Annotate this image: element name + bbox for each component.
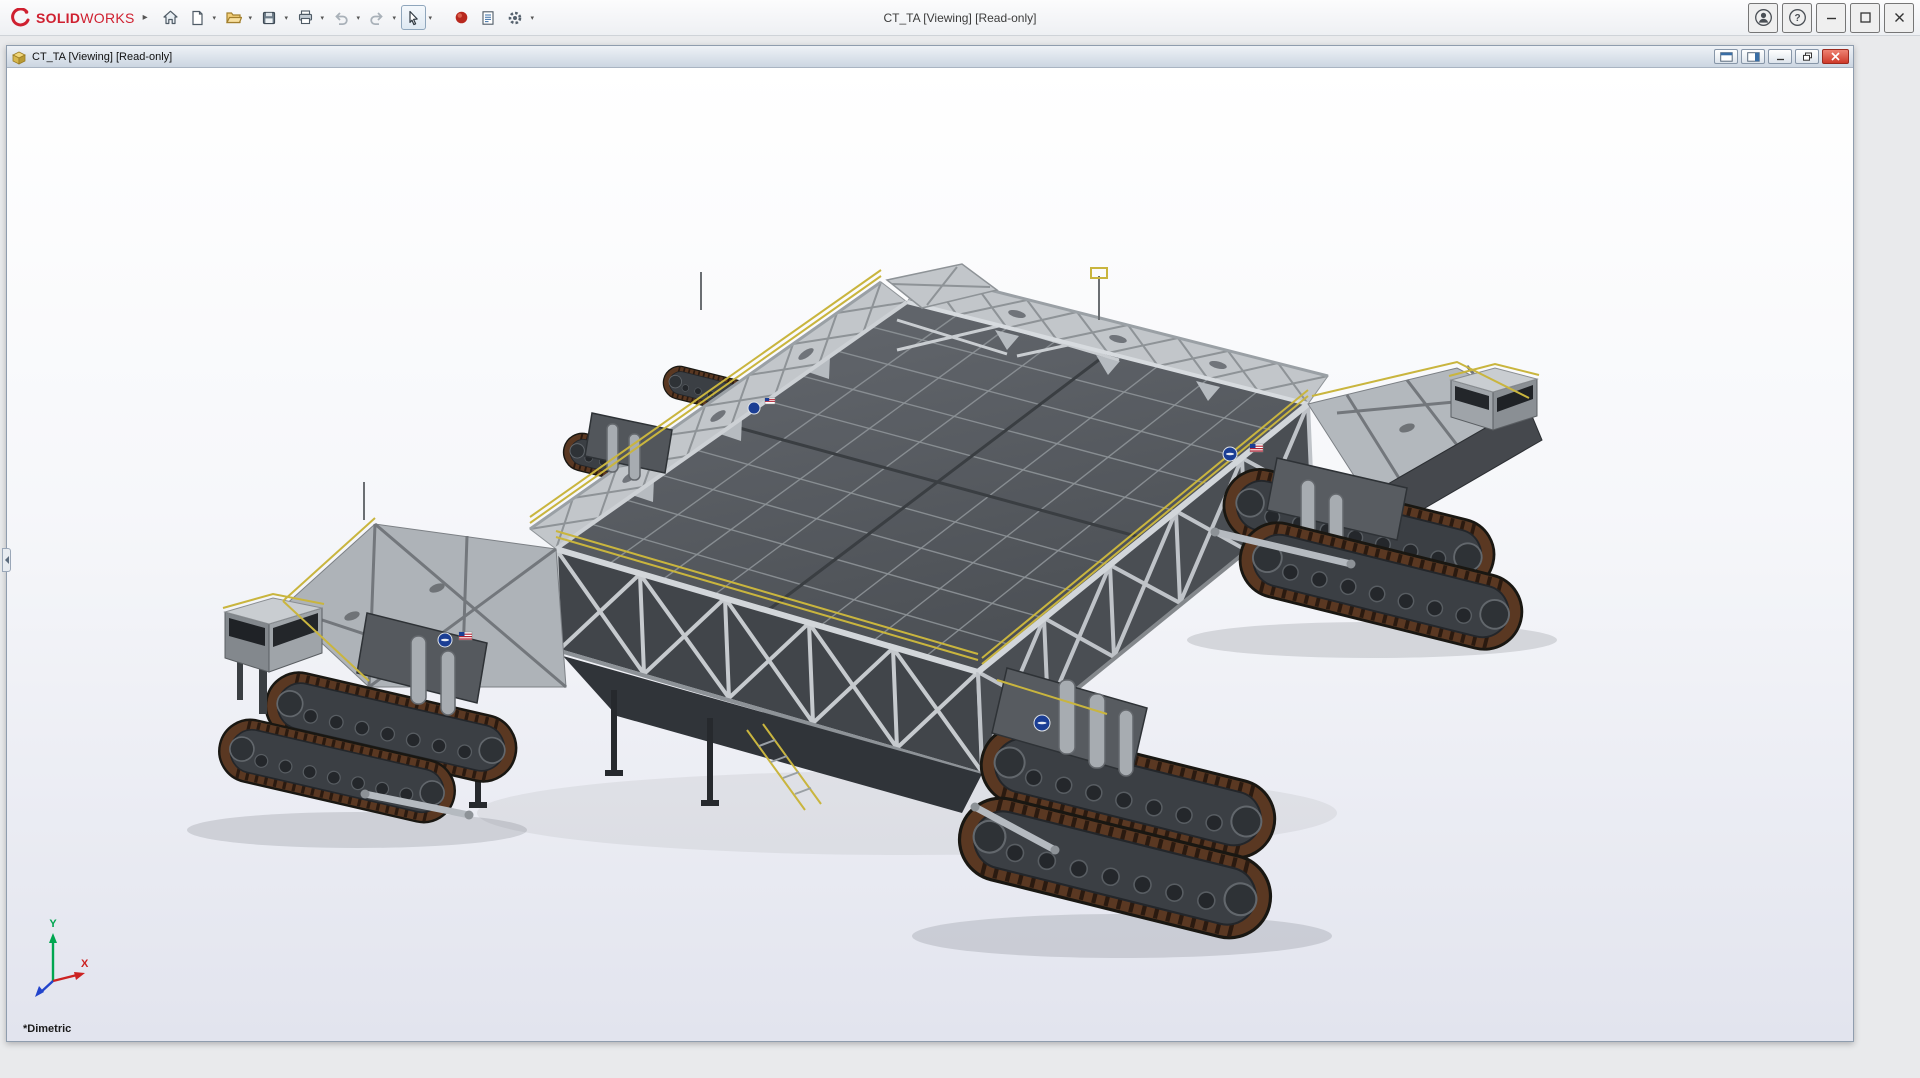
crawler-transporter-model (7, 68, 1853, 1041)
file-properties-button[interactable] (476, 5, 501, 30)
xpress-orb-icon (454, 10, 469, 25)
xpress-orb-button[interactable] (449, 5, 474, 30)
minimize-button[interactable] (1816, 3, 1846, 33)
document-window: CT_TA [Viewing] [Read-only] (6, 45, 1854, 1042)
save-button[interactable] (257, 5, 282, 30)
undo-caret[interactable]: ▾ (354, 14, 363, 22)
orientation-triad: Y X (15, 915, 99, 999)
maximize-icon (1858, 10, 1873, 25)
truck-south (951, 668, 1283, 947)
print-caret[interactable]: ▾ (318, 14, 327, 22)
options-caret[interactable]: ▾ (528, 14, 537, 22)
assembly-document-icon (11, 49, 27, 65)
new-document-button[interactable] (185, 5, 210, 30)
document-window-controls (1714, 49, 1849, 64)
solidworks-swirl-icon (10, 8, 32, 28)
redo-button[interactable] (365, 5, 390, 30)
document-minimize-icon (1775, 52, 1786, 62)
document-restore-icon (1802, 52, 1813, 62)
app-window-title: CT_TA [Viewing] [Read-only] (884, 0, 1037, 36)
account-icon (1754, 8, 1773, 27)
redo-caret[interactable]: ▾ (390, 14, 399, 22)
maximize-button[interactable] (1850, 3, 1880, 33)
print-button[interactable] (293, 5, 318, 30)
save-icon (261, 10, 277, 26)
open-button[interactable] (221, 5, 246, 30)
file-properties-icon (480, 10, 496, 26)
redo-icon (369, 10, 385, 26)
undo-button[interactable] (329, 5, 354, 30)
app-titlebar: SOLIDWORKS ▸ ▾ ▾ (0, 0, 1920, 36)
select-arrow-icon (405, 10, 421, 26)
new-document-icon (189, 10, 205, 26)
brand-text: SOLIDWORKS (36, 10, 135, 26)
display-pane-right-button[interactable] (1741, 49, 1765, 64)
solidworks-logo: SOLIDWORKS (6, 8, 139, 28)
select-tool-button[interactable] (401, 5, 426, 30)
brand-flyout-arrow[interactable]: ▸ (143, 12, 148, 23)
document-close-icon (1830, 51, 1841, 62)
viewport-3d[interactable]: Y X *Dimetric (7, 68, 1853, 1041)
undo-icon (333, 10, 349, 26)
app-window-controls: ? (1748, 3, 1914, 33)
pane-left-icon (1720, 52, 1733, 62)
save-caret[interactable]: ▾ (282, 14, 291, 22)
close-button[interactable] (1884, 3, 1914, 33)
print-icon (297, 9, 314, 26)
options-button[interactable] (503, 5, 528, 30)
pane-right-icon (1747, 52, 1760, 62)
help-glyph: ? (1794, 13, 1800, 24)
help-icon: ? (1788, 8, 1807, 27)
document-titlebar[interactable]: CT_TA [Viewing] [Read-only] (7, 46, 1853, 68)
select-tool-caret[interactable]: ▾ (426, 14, 435, 22)
document-title: CT_TA [Viewing] [Read-only] (32, 51, 172, 63)
brand-solid: SOLID (36, 10, 80, 26)
open-caret[interactable]: ▾ (246, 14, 255, 22)
minimize-icon (1824, 10, 1839, 25)
triad-y-label: Y (49, 918, 57, 930)
document-minimize-button[interactable] (1768, 49, 1792, 64)
gear-icon (507, 10, 523, 26)
home-icon (162, 9, 179, 26)
display-pane-left-button[interactable] (1714, 49, 1738, 64)
view-orientation-label: *Dimetric (23, 1023, 71, 1035)
help-button[interactable]: ? (1782, 3, 1812, 33)
document-close-button[interactable] (1822, 49, 1849, 64)
panel-splitter-tab[interactable] (2, 548, 11, 572)
main-toolbar: ▾ ▾ ▾ (158, 5, 537, 30)
document-restore-button[interactable] (1795, 49, 1819, 64)
close-icon (1892, 10, 1907, 25)
triad-x-label: X (81, 958, 89, 970)
brand-works: WORKS (80, 10, 134, 26)
open-folder-icon (225, 9, 242, 26)
home-button[interactable] (158, 5, 183, 30)
new-document-caret[interactable]: ▾ (210, 14, 219, 22)
account-button[interactable] (1748, 3, 1778, 33)
